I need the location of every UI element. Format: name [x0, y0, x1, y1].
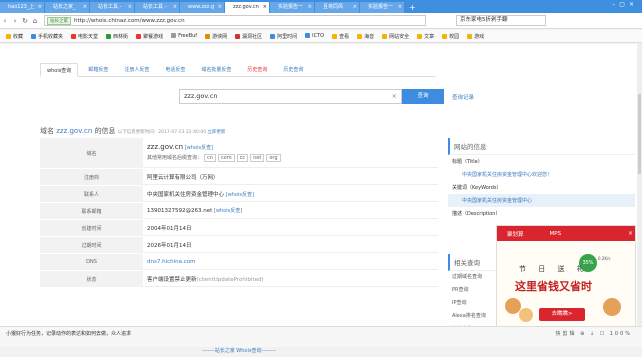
tab-tools-2[interactable]: 站长工具 - × — [135, 2, 179, 13]
whois-reverse-link[interactable]: [whois反查] — [214, 208, 242, 214]
cookie-image — [519, 308, 533, 322]
related-item[interactable]: PR查询 — [448, 283, 498, 296]
browser-search-input[interactable]: 京东家电5折剁手翻 — [456, 15, 546, 26]
tab-phone-reverse[interactable]: 电话反查 — [159, 63, 191, 77]
tab-email-reverse[interactable]: 邮箱反查 — [82, 63, 114, 77]
bookmark-item[interactable]: 查看 — [332, 33, 349, 40]
bookmark-item[interactable]: 收藏 — [6, 33, 23, 40]
whois-table: 域名 zzz.gov.cn [whois反查] 其他常用域名后缀查询： cn com… — [40, 138, 438, 288]
suffix-chip[interactable]: cn — [204, 154, 216, 162]
status-bar: 小猴好行为任务，记录动作的表达和如何去做，众人追求 快剪辑 ⊕ ↓ ☐ 100% — [0, 326, 642, 347]
bookmark-item[interactable]: 手机收藏夹 — [31, 33, 63, 40]
search-value: zzz.gov.cn — [184, 92, 218, 100]
close-icon[interactable]: × — [628, 230, 633, 237]
tab-report-1[interactable]: 实验报告一 × — [270, 2, 314, 13]
bookmark-item[interactable]: 聚餐游戏 — [136, 33, 163, 40]
ad-header: 聚划算 MPS × — [497, 226, 635, 241]
refresh-now-link[interactable]: 立即更新 — [208, 130, 226, 135]
bookmark-item[interactable]: 游侠网 — [205, 33, 227, 40]
refresh-icon[interactable]: ↻ — [20, 17, 30, 25]
tab-tools-1[interactable]: 站长工具 - × — [90, 2, 134, 13]
tab-wind[interactable]: 且将同风 × — [315, 2, 359, 13]
bookmark-item[interactable]: 游戏 — [467, 33, 484, 40]
scrollbar[interactable] — [637, 44, 642, 326]
update-time: 以下信息更新时间：2017-07-23 22:40:00 立即更新 — [117, 130, 226, 135]
clear-icon[interactable]: × — [392, 90, 397, 103]
query-history-link[interactable]: 查询记录 — [452, 93, 474, 101]
whois-reverse-link[interactable]: [whois反查] — [185, 145, 213, 151]
bookmark-item[interactable]: 西林街 — [106, 33, 128, 40]
tab-report-2[interactable]: 实验报告一 × — [360, 2, 404, 13]
tab-whois[interactable]: whois查询 — [40, 63, 79, 77]
bookmark-item[interactable]: 漏洞社区 — [235, 33, 262, 40]
tab-hao123[interactable]: hao123_上 × — [0, 2, 44, 13]
related-item[interactable]: 过期域名查询 — [448, 270, 498, 283]
bookmark-item[interactable]: 校园 — [442, 33, 459, 40]
table-row: 注册商 阿里云计算有限公司（万网） — [40, 169, 438, 186]
table-row: 状态 客户端设置禁止更新(clientUpdateProhibited) — [40, 271, 438, 288]
tab-www-zzz[interactable]: www.zzz.g × — [180, 2, 224, 13]
url-text: http://whois.chinaz.com/www.zzz.gov.cn — [74, 17, 185, 24]
suffix-chip[interactable]: cc — [236, 154, 249, 162]
new-tab-button[interactable]: + — [405, 2, 420, 13]
browser-tab-bar: hao123_上 × 站长之家_ × 站长工具 - × 站长工具 - × www.zzz… — [0, 0, 642, 13]
tab-registrant-reverse[interactable]: 注册人反查 — [118, 63, 155, 77]
table-row: 创建时间 2004年01月14日 — [40, 220, 438, 237]
page-title: 域名 zzz.gov.cn 的信息 以下信息更新时间：2017-07-23 22… — [40, 127, 226, 135]
related-item[interactable]: IP查询 — [448, 296, 498, 309]
suffix-label: 其他常用域名后缀查询： — [147, 155, 203, 161]
cookie-image — [603, 298, 621, 316]
forward-icon[interactable]: › — [10, 17, 20, 25]
bookmark-item[interactable]: ICTO — [305, 33, 324, 39]
tab-zzz-gov[interactable]: zzz.gov.cn × — [225, 2, 269, 13]
bookmark-item[interactable]: 海音 — [357, 33, 374, 40]
ad-go-button[interactable]: 去瞧瞧> — [539, 308, 585, 321]
tab-chinaz[interactable]: 站长之家_ × — [45, 2, 89, 13]
bookmarks-bar: 收藏 手机收藏夹 电影天堂 西林街 聚餐游戏 FreeBuf 游侠网 漏洞社区 … — [0, 30, 642, 43]
url-input[interactable]: 站长之家 http://whois.chinaz.com/www.zzz.gov… — [44, 15, 426, 26]
suffix-chip[interactable]: org — [266, 154, 281, 162]
suffix-chip[interactable]: com — [217, 154, 235, 162]
table-row: 联系邮箱 13901327592@263.net [whois反查] — [40, 203, 438, 220]
home-icon[interactable]: ⌂ — [30, 17, 40, 25]
table-row: 联系人 中央国家机关住房资金管理中心 [whois反查] — [40, 186, 438, 203]
bookmark-item[interactable]: FreeBuf — [171, 33, 197, 39]
table-row: DNS dns7.hichina.com — [40, 254, 438, 271]
site-badge: 站长之家 — [47, 16, 71, 25]
domain-search-input[interactable]: zzz.gov.cn × — [179, 89, 402, 104]
scrollbar-thumb[interactable] — [638, 94, 641, 174]
tab-history[interactable]: 历史查询 — [241, 63, 273, 77]
tab-history-2[interactable]: 历史查询 — [277, 63, 309, 77]
bookmark-item[interactable]: 文章 — [417, 33, 434, 40]
bookmark-item[interactable]: 电影天堂 — [71, 33, 98, 40]
window-controls[interactable]: –▢× — [612, 1, 638, 8]
related-query-panel: 相关查询 — [448, 254, 498, 271]
table-row: 域名 zzz.gov.cn [whois反查] 其他常用域名后缀查询： cn com… — [40, 138, 438, 169]
site-info-title: 网站的信息 — [448, 138, 635, 155]
tab-batch-reverse[interactable]: 域名批量反查 — [195, 63, 237, 77]
back-icon[interactable]: ‹ — [0, 17, 10, 25]
table-row: 过期时间 2026年01月14日 — [40, 237, 438, 254]
query-button[interactable]: 查询 — [402, 89, 444, 104]
bookmark-item[interactable]: 阿里时间 — [270, 33, 297, 40]
address-bar: ‹ › ↻ ⌂ 站长之家 http://whois.chinaz.com/www… — [0, 13, 642, 29]
bookmark-item[interactable]: 网站安全 — [382, 33, 409, 40]
whois-reverse-link[interactable]: [whois反查] — [226, 192, 254, 198]
suffix-chip[interactable]: net — [250, 154, 265, 162]
site-info-panel: 网站的信息 标题（Title） 中央国家机关住房资金管理中心欢迎您！ 关键词（K… — [448, 138, 635, 220]
related-item[interactable]: Alexa排名查询 — [448, 309, 498, 322]
ad-popup: 聚划算 MPS × 35% 0.2K/s 节 日 送 礼 这里省钱又省时 去瞧瞧… — [496, 225, 636, 328]
query-tabs: whois查询 邮箱反查 注册人反查 电话反查 域名批量反查 历史查询 历史查询 — [40, 63, 436, 77]
